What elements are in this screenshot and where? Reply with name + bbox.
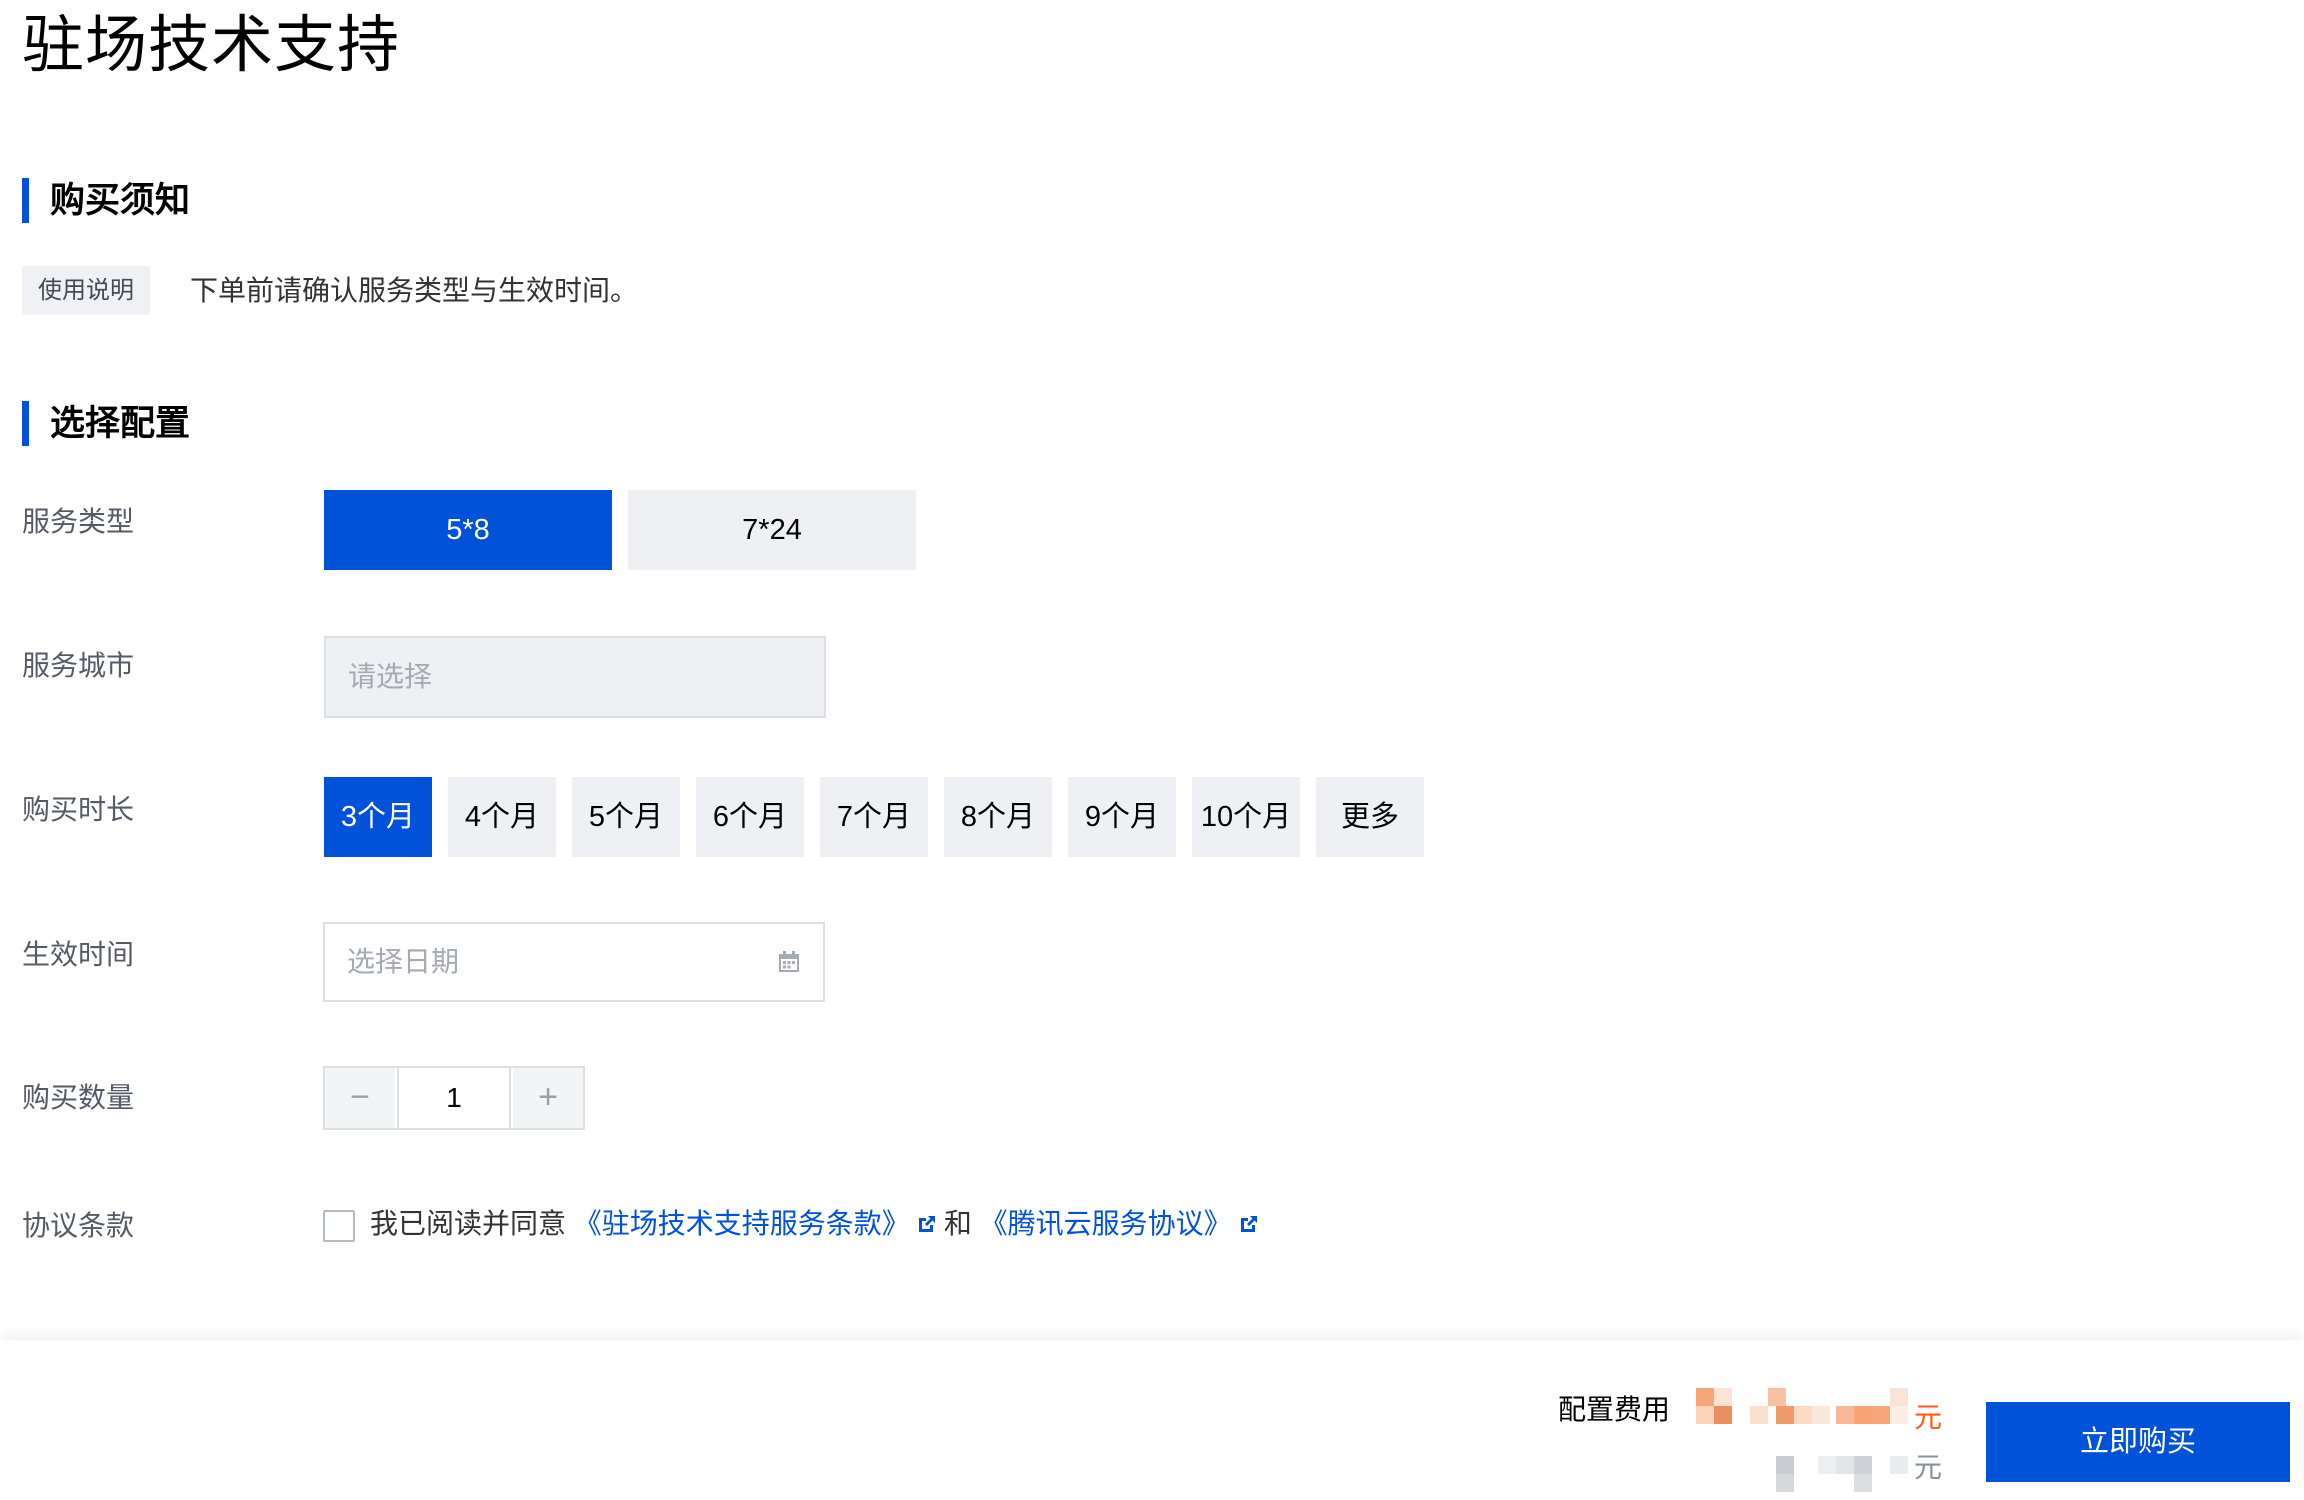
duration-option-7-months[interactable]: 7个月 <box>820 777 928 857</box>
quantity-increment-button[interactable]: + <box>513 1068 583 1128</box>
service-city-select[interactable]: 请选择 <box>324 636 826 718</box>
service-terms-link[interactable]: 《驻场技术支持服务条款》 <box>574 1208 910 1239</box>
original-price-currency: 元 <box>1914 1452 1943 1483</box>
redacted-price <box>1694 1384 1948 1492</box>
agreement-text: 我已阅读并同意 《驻场技术支持服务条款》 和 《腾讯云服务协议》 <box>370 1204 1266 1244</box>
page-title: 驻场技术支持 <box>22 11 401 80</box>
duration-option-8-months[interactable]: 8个月 <box>944 777 1052 857</box>
usage-tag: 使用说明 <box>22 266 150 315</box>
service-type-label: 服务类型 <box>22 506 135 537</box>
duration-option-6-months[interactable]: 6个月 <box>696 777 804 857</box>
section-accent-bar <box>22 178 29 223</box>
quantity-label: 购买数量 <box>22 1082 135 1113</box>
service-city-label: 服务城市 <box>22 650 135 681</box>
footer-bar <box>0 1340 2304 1500</box>
external-link-icon[interactable] <box>916 1213 938 1235</box>
effective-date-picker[interactable]: 选择日期 <box>323 922 825 1002</box>
notice-text: 下单前请确认服务类型与生效时间。 <box>190 275 639 306</box>
section-accent-bar <box>22 401 29 446</box>
price-currency: 元 <box>1914 1402 1943 1433</box>
calendar-icon[interactable] <box>777 950 801 974</box>
agreement-checkbox[interactable] <box>323 1210 355 1242</box>
duration-option-4-months[interactable]: 4个月 <box>448 777 556 857</box>
service-type-option-5x8[interactable]: 5*8 <box>324 490 612 570</box>
notice-section-title: 购买须知 <box>50 181 191 220</box>
duration-option-more[interactable]: 更多 <box>1316 777 1424 857</box>
quantity-decrement-button[interactable]: − <box>325 1068 395 1128</box>
buy-now-button[interactable]: 立即购买 <box>1986 1402 2290 1482</box>
service-city-placeholder: 请选择 <box>348 661 433 692</box>
effective-date-placeholder: 选择日期 <box>347 946 460 977</box>
fee-label: 配置费用 <box>1558 1394 1671 1425</box>
duration-label: 购买时长 <box>22 794 135 825</box>
agreement-joiner: 和 <box>943 1208 972 1239</box>
tencent-cloud-agreement-link[interactable]: 《腾讯云服务协议》 <box>980 1208 1232 1239</box>
service-type-option-7x24[interactable]: 7*24 <box>628 490 916 570</box>
agreement-label: 协议条款 <box>22 1210 135 1241</box>
external-link-icon[interactable] <box>1238 1213 1260 1235</box>
duration-option-3-months[interactable]: 3个月 <box>324 777 432 857</box>
quantity-input[interactable]: 1 <box>397 1068 511 1128</box>
duration-option-10-months[interactable]: 10个月 <box>1192 777 1300 857</box>
quantity-stepper: − 1 + <box>323 1066 585 1130</box>
duration-option-9-months[interactable]: 9个月 <box>1068 777 1176 857</box>
duration-option-5-months[interactable]: 5个月 <box>572 777 680 857</box>
config-section-title: 选择配置 <box>50 404 191 443</box>
effective-time-label: 生效时间 <box>22 939 135 970</box>
agreement-prefix: 我已阅读并同意 <box>370 1208 567 1239</box>
